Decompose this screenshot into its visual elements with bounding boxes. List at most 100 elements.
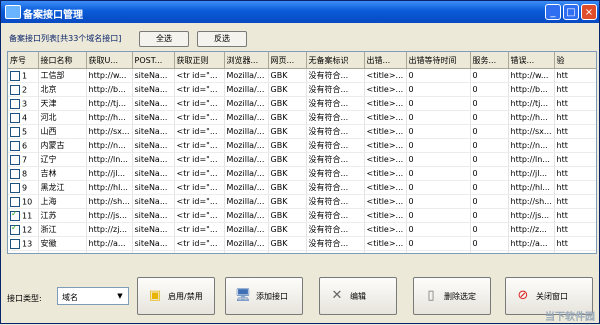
column-header[interactable]: 网页... — [268, 52, 307, 69]
row-number-cell: 14 — [8, 250, 39, 253]
table-cell: 0 — [470, 110, 509, 125]
table-cell: <tr id="... — [174, 96, 225, 111]
table-row[interactable]: 1 工信部 http://w... siteNa... <tr id="... Mozil… — [8, 68, 596, 83]
table-cell: 0 — [470, 236, 509, 251]
table-row[interactable]: 9 黑龙江 http://hl... siteNa... <tr id="... Mozi… — [8, 180, 596, 195]
table-cell: <tr id="... — [174, 82, 225, 97]
table-cell: 0 — [406, 110, 471, 125]
column-header[interactable]: 接口名称 — [38, 52, 87, 69]
column-header[interactable]: 错误... — [508, 52, 555, 69]
table-cell: Mozilla/... — [224, 82, 269, 97]
table-cell: 0 — [470, 152, 509, 167]
row-checkbox[interactable] — [10, 70, 20, 81]
row-number: 6 — [22, 141, 28, 150]
table-cell: GBK — [268, 208, 307, 223]
maximize-button[interactable]: □ — [563, 4, 579, 20]
column-header[interactable]: 无备案标识 — [306, 52, 365, 69]
table-row[interactable]: 12 浙江http://zj...siteNa...<tr id="...Mozi… — [8, 222, 596, 237]
row-checkbox[interactable] — [10, 223, 20, 235]
table-cell: http://hl... — [86, 180, 133, 195]
table-cell: 没有符合... — [306, 96, 365, 111]
minimize-button[interactable]: _ — [545, 4, 561, 20]
table-cell: siteNa... — [132, 68, 175, 83]
chevron-down-icon[interactable]: ▼ — [114, 290, 126, 302]
table-cell: http://js... — [508, 208, 555, 223]
column-header[interactable]: POST... — [132, 52, 175, 69]
table-row[interactable]: 7 辽宁 http://ln... siteNa... <tr id="... Mozil… — [8, 152, 596, 167]
column-header[interactable]: 验 — [554, 52, 596, 69]
table-row[interactable]: 13 安徽 http://a... siteNa... <tr id="... Mozil… — [8, 236, 596, 251]
table-row[interactable]: 10 上海 http://sh... siteNa... <tr id="... Mozi… — [8, 194, 596, 209]
table-row[interactable]: 8 吉林 http://jl... siteNa... <tr id="... Mozil… — [8, 166, 596, 181]
toggle-enable-button[interactable]: ▣ 启用/禁用 — [137, 277, 215, 315]
title-bar[interactable]: 备案接口管理 _ □ × — [1, 1, 599, 23]
delete-selected-label: 删除选定 — [444, 292, 476, 301]
interface-type-select[interactable]: 域名 ▼ — [57, 287, 129, 305]
table-cell: <tr id="... — [174, 208, 225, 223]
table-cell: GBK — [268, 194, 307, 209]
row-number: 4 — [22, 113, 28, 122]
column-header[interactable]: 获取U... — [86, 52, 133, 69]
table-row[interactable]: 2 北京 http://b... siteNa... <tr id="... Mozill… — [8, 82, 596, 97]
table-cell: http://w... — [86, 68, 133, 83]
table-cell: Mozilla/... — [224, 138, 269, 153]
table-cell: GBK — [268, 68, 307, 83]
table-cell: 没有符合... — [306, 166, 365, 181]
table-row[interactable]: 3 天津 http://tj... siteNa... <tr id="... Mozil… — [8, 96, 596, 111]
column-header[interactable]: 服务... — [470, 52, 509, 69]
column-header[interactable]: 出错... — [364, 52, 407, 69]
delete-selected-button[interactable]: ▯ 删除选定 — [413, 277, 491, 315]
add-interface-button[interactable]: 🖥 添加接口 — [225, 277, 303, 315]
row-checkbox[interactable] — [10, 196, 20, 207]
window-title: 备案接口管理 — [23, 10, 83, 21]
row-checkbox[interactable] — [10, 209, 20, 221]
table-cell: http://w... — [508, 68, 555, 83]
row-number-cell: 6 — [8, 138, 39, 153]
table-cell: htt — [554, 250, 596, 253]
row-checkbox[interactable] — [10, 98, 20, 109]
select-all-button[interactable]: 全选 — [139, 31, 189, 47]
table-cell: http://zj... — [86, 222, 133, 237]
table-cell: GBK — [268, 82, 307, 97]
row-number-cell: 4 — [8, 110, 39, 125]
app-icon — [5, 5, 21, 19]
close-window-button[interactable]: × — [581, 4, 597, 20]
interface-table[interactable]: 序号 接口名称 获取U... POST... 获取正则 浏览器... 网页... 无备案标识出… — [7, 51, 597, 254]
row-checkbox[interactable] — [10, 84, 20, 95]
column-header[interactable]: 出错等待时间 — [406, 52, 471, 69]
edit-button[interactable]: ✕ 编辑 — [319, 277, 397, 315]
row-checkbox[interactable] — [10, 154, 20, 165]
row-checkbox[interactable] — [10, 140, 20, 151]
row-checkbox[interactable] — [10, 126, 20, 137]
table-cell: <tr id="... — [174, 68, 225, 83]
row-checkbox[interactable] — [10, 238, 20, 249]
table-cell: 0 — [470, 138, 509, 153]
table-cell: 没有符合... — [306, 180, 365, 195]
table-cell: 没有符合... — [306, 82, 365, 97]
row-checkbox[interactable] — [10, 252, 20, 253]
table-cell: GBK — [268, 180, 307, 195]
table-cell: 0 — [470, 82, 509, 97]
table-cell: 吉林 — [38, 166, 87, 181]
table-row[interactable]: 11江苏http://js...siteNa...<tr id="...Mozi… — [8, 208, 596, 223]
table-cell: <title>... — [364, 110, 407, 125]
table-cell: 0 — [406, 250, 471, 253]
table-cell: 0 — [470, 68, 509, 83]
row-checkbox[interactable] — [10, 182, 20, 193]
table-row[interactable]: 4 河北 http://h... siteNa... <tr id="... Mozill… — [8, 110, 596, 125]
table-row[interactable]: 14福建http://fj...siteNa...<tr id="...Mozi… — [8, 250, 596, 253]
table-cell: <tr id="... — [174, 194, 225, 209]
table-cell: <title>... — [364, 152, 407, 167]
table-cell: <title>... — [364, 124, 407, 139]
table-cell: <tr id="... — [174, 180, 225, 195]
row-checkbox[interactable] — [10, 168, 20, 179]
column-header[interactable]: 序号 — [8, 52, 39, 69]
table-cell: 0 — [470, 194, 509, 209]
table-cell: <tr id="... — [174, 138, 225, 153]
column-header[interactable]: 浏览器... — [224, 52, 269, 69]
table-row[interactable]: 6 内蒙古 http://n... siteNa... <tr id="... Mozil… — [8, 138, 596, 153]
row-checkbox[interactable] — [10, 112, 20, 123]
table-row[interactable]: 5 山西 http://sx... siteNa... <tr id="... Mozil… — [8, 124, 596, 139]
invert-selection-button[interactable]: 反选 — [197, 31, 247, 47]
column-header[interactable]: 获取正则 — [174, 52, 225, 69]
